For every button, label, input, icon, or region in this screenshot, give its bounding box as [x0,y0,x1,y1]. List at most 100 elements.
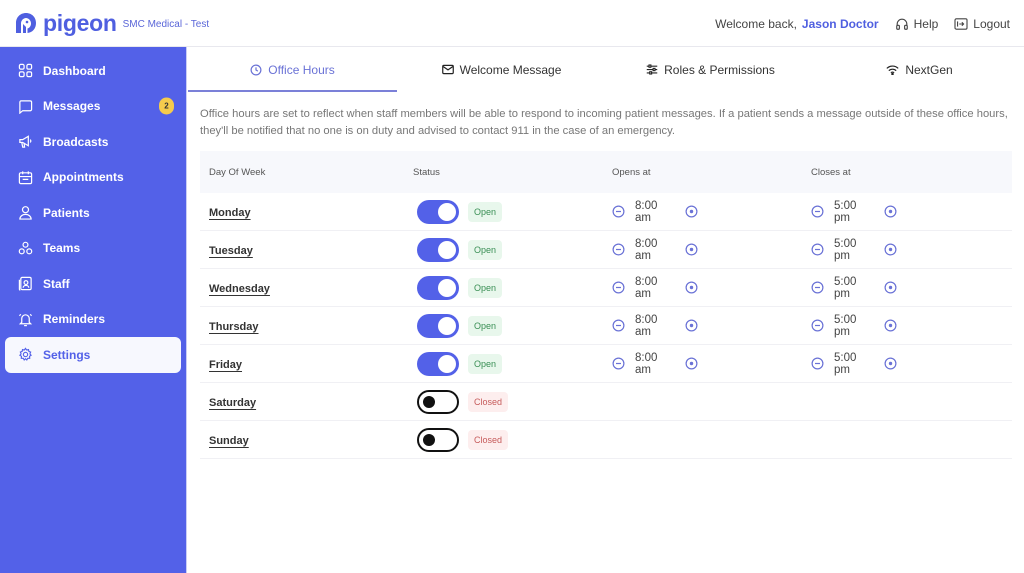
sidebar-item-dashboard[interactable]: Dashboard [0,53,186,89]
decrease-time-icon[interactable] [811,281,824,294]
closes-at-stepper: 5:00 pm [811,276,897,300]
day-enabled-toggle[interactable] [417,199,459,224]
opens-at-stepper: 8:00 am [612,276,698,300]
sidebar-item-teams[interactable]: Teams [0,231,186,267]
help-link[interactable]: Help [895,17,938,31]
day-enabled-toggle[interactable] [417,427,459,452]
increase-time-icon[interactable] [685,357,698,370]
closes-at-value: 5:00 pm [834,313,857,338]
sidebar-item-staff[interactable]: Staff [0,266,186,302]
opens-at-stepper: 8:00 am [612,200,698,224]
increase-time-icon[interactable] [685,243,698,256]
logo-text: pigeon [43,9,117,36]
increase-time-icon[interactable] [884,243,897,256]
decrease-time-icon[interactable] [811,357,824,370]
sidebar-item-label: Patients [43,205,90,220]
logo[interactable]: pigeon SMC Medical - Test [14,10,209,37]
day-enabled-toggle[interactable] [417,389,459,414]
table-row: Saturday Closed [200,383,1012,421]
tab-label: Roles & Permissions [664,62,775,77]
sidebar-item-broadcasts[interactable]: Broadcasts [0,124,186,160]
increase-time-icon[interactable] [685,205,698,218]
sidebar-item-label: Staff [43,276,70,291]
day-enabled-toggle[interactable] [417,313,459,338]
sidebar-item-label: Settings [43,347,91,362]
increase-time-icon[interactable] [685,319,698,332]
increase-time-icon[interactable] [884,357,897,370]
sidebar-item-settings[interactable]: Settings [5,337,181,373]
username[interactable]: Jason Doctor [802,17,879,31]
day-name[interactable]: Sunday [209,435,249,447]
day-enabled-toggle[interactable] [417,351,459,376]
decrease-time-icon[interactable] [811,319,824,332]
table-row: Friday Open 8:00 am 5:00 pm [200,345,1012,383]
toggle-knob [423,395,435,408]
decrease-time-icon[interactable] [811,243,824,256]
chat-icon [19,100,33,114]
status-badge: Open [468,239,503,260]
day-enabled-toggle[interactable] [417,237,459,262]
sidebar-item-label: Appointments [43,170,124,185]
table-row: Sunday Closed [200,421,1012,459]
column-header-day: Day Of Week [209,166,266,178]
megaphone-icon [19,135,32,148]
bell-icon [18,313,33,326]
tab-welcome-message[interactable]: Welcome Message [397,47,606,92]
increase-time-icon[interactable] [884,281,897,294]
office-hours-table: Day Of Week Status Opens at Closes at Mo… [200,151,1012,459]
increase-time-icon[interactable] [685,281,698,294]
day-name[interactable]: Monday [209,207,251,219]
closes-at-stepper: 5:00 pm [811,200,897,224]
status-badge: Closed [468,429,509,450]
table-body: Monday Open 8:00 am 5:00 pm Tuesday Open 8:00 … [200,193,1012,459]
table-row: Wednesday Open 8:00 am 5:00 pm [200,269,1012,307]
column-header-closes: Closes at [811,166,851,178]
closes-at-stepper: 5:00 pm [811,352,897,376]
day-name[interactable]: Saturday [209,397,256,409]
decrease-time-icon[interactable] [612,357,625,370]
day-enabled-toggle[interactable] [417,275,459,300]
opens-at-stepper: 8:00 am [612,314,698,338]
settings-tabs: Office Hours Welcome Message Roles & Per… [188,47,1024,92]
decrease-time-icon[interactable] [612,205,625,218]
logout-icon [954,17,968,30]
person-icon [19,206,32,220]
increase-time-icon[interactable] [884,319,897,332]
column-header-status: Status [413,166,440,178]
sidebar: Dashboard Messages 2 Broadcasts Appointm… [0,47,187,573]
tab-roles-permissions[interactable]: Roles & Permissions [606,47,815,92]
teams-icon [18,241,33,255]
headset-icon [895,18,908,30]
decrease-time-icon[interactable] [612,281,625,294]
sidebar-item-label: Broadcasts [43,134,109,149]
increase-time-icon[interactable] [884,205,897,218]
tab-label: Welcome Message [459,62,562,77]
logout-link[interactable]: Logout [954,17,1010,31]
tab-label: NextGen [905,62,953,77]
calendar-icon [18,171,33,184]
status-badge: Open [468,277,503,298]
tab-office-hours[interactable]: Office Hours [188,47,397,92]
day-name[interactable]: Friday [209,359,242,371]
closes-at-value: 5:00 pm [834,275,857,300]
sidebar-item-appointments[interactable]: Appointments [0,160,186,196]
closes-at-stepper: 5:00 pm [811,238,897,262]
status-badge: Open [468,353,503,374]
decrease-time-icon[interactable] [811,205,824,218]
opens-at-value: 8:00 am [635,275,658,300]
day-name[interactable]: Wednesday [209,283,270,295]
sidebar-item-messages[interactable]: Messages 2 [0,89,186,125]
sidebar-item-label: Messages [43,99,101,114]
decrease-time-icon[interactable] [612,319,625,332]
sidebar-item-label: Dashboard [43,63,106,78]
tab-nextgen[interactable]: NextGen [815,47,1024,92]
sidebar-item-patients[interactable]: Patients [0,195,186,231]
decrease-time-icon[interactable] [612,243,625,256]
day-name[interactable]: Thursday [209,321,259,333]
sidebar-nav: Dashboard Messages 2 Broadcasts Appointm… [0,47,186,373]
clock-icon [250,64,262,75]
toggle-knob [438,278,456,297]
status-badge: Open [468,201,503,222]
day-name[interactable]: Tuesday [209,245,253,257]
sidebar-item-reminders[interactable]: Reminders [0,302,186,338]
